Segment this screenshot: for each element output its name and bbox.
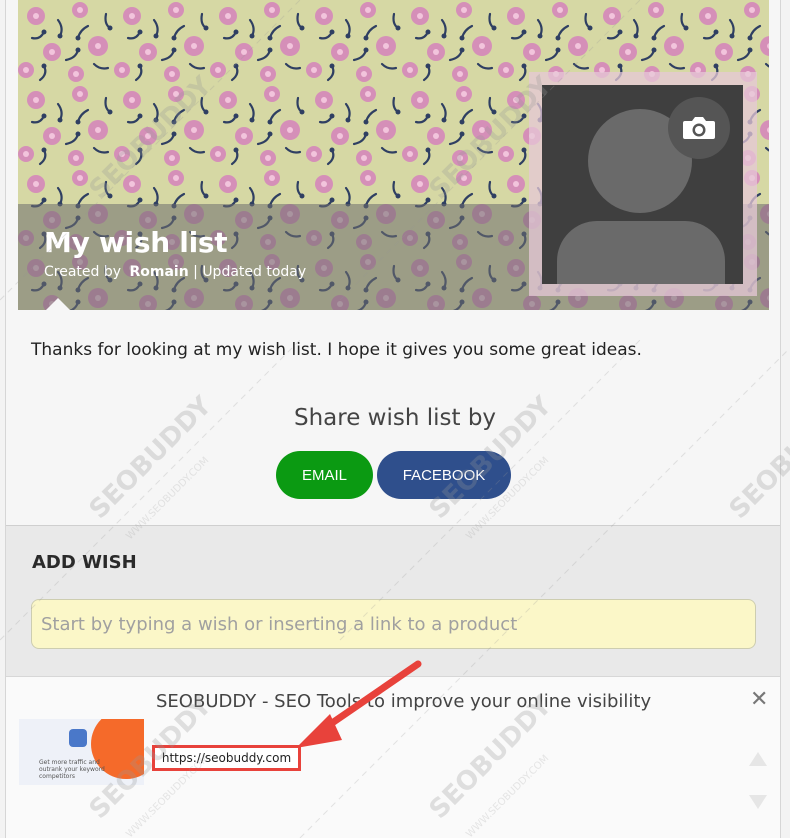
thumbnail-tagline: Get more traffic and outrank your keywor… [39, 759, 105, 780]
scroll-down-icon[interactable] [749, 795, 767, 809]
person-silhouette-icon [542, 85, 743, 284]
close-icon[interactable]: ✕ [750, 687, 768, 712]
list-meta: Created by Romain | Updated today [44, 264, 306, 280]
seobuddy-logo-icon [69, 729, 87, 747]
share-facebook-button[interactable]: FACEBOOK [377, 451, 511, 499]
add-wish-section: ADD WISH [6, 526, 780, 676]
preview-title: SEOBUDDY - SEO Tools to improve your onl… [156, 691, 652, 712]
share-email-button[interactable]: EMAIL [276, 451, 373, 499]
created-by-label: Created by [44, 264, 122, 280]
preview-url[interactable]: https://seobuddy.com [152, 745, 301, 771]
preview-thumbnail: Get more traffic and outrank your keywor… [19, 719, 144, 785]
link-preview-card: SEOBUDDY - SEO Tools to improve your onl… [6, 676, 780, 838]
page-title: My wish list [44, 226, 228, 259]
meta-separator: | [193, 264, 198, 280]
avatar-frame [529, 72, 757, 296]
share-title: Share wish list by [293, 405, 497, 431]
add-wish-input[interactable] [31, 599, 756, 649]
add-wish-title: ADD WISH [32, 552, 137, 573]
wishlist-description: Thanks for looking at my wish list. I ho… [31, 340, 642, 360]
camera-icon[interactable] [668, 97, 730, 159]
scroll-up-icon[interactable] [749, 752, 767, 766]
author-name[interactable]: Romain [129, 264, 188, 280]
updated-label: Updated today [202, 264, 307, 280]
